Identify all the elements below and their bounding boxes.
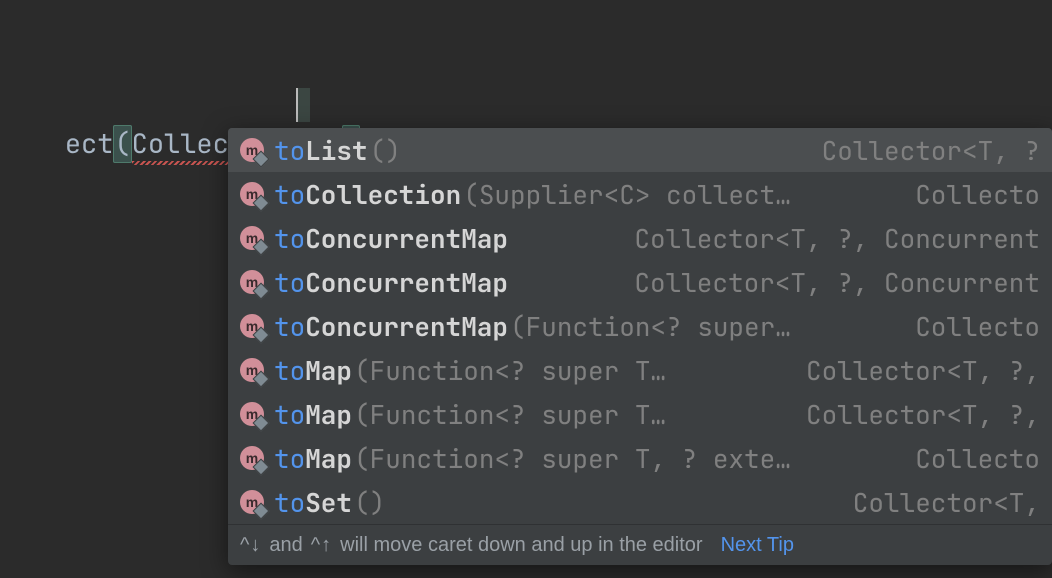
- method-icon: m: [240, 226, 264, 250]
- completion-item[interactable]: m toMap(Function<? super T… Collector<T,…: [228, 392, 1052, 436]
- completion-return-type: Collector<T,: [853, 485, 1040, 520]
- completion-item[interactable]: m toMap(Function<? super T… Collector<T,…: [228, 348, 1052, 392]
- completion-return-type: Collecto: [915, 309, 1040, 344]
- completion-return-type: Collector<T, ?: [822, 133, 1040, 168]
- method-icon: m: [240, 138, 264, 162]
- method-icon: m: [240, 358, 264, 382]
- completion-item[interactable]: m toSet() Collector<T,: [228, 480, 1052, 524]
- tip-text-body: will move caret down and up in the edito…: [340, 535, 702, 555]
- completion-tip-bar: ^↓ and ^↑ will move caret down and up in…: [228, 524, 1052, 565]
- code-text-truncated-method: ect: [65, 126, 114, 162]
- code-line[interactable]: ect(Collectors.to) ;: [0, 90, 393, 126]
- completion-return-type: Collector<T, ?,: [806, 353, 1040, 388]
- completion-label: toList(): [274, 133, 401, 168]
- tip-text-and: and: [269, 535, 302, 555]
- completion-item[interactable]: m toConcurrentMap(Function<? super… Coll…: [228, 304, 1052, 348]
- completion-return-type: Collecto: [915, 441, 1040, 476]
- completion-label: toConcurrentMap: [274, 265, 510, 300]
- text-caret: [296, 88, 298, 122]
- completion-return-type: Collector<T, ?,: [806, 397, 1040, 432]
- completion-popup: m toList() Collector<T, ? m toCollection…: [228, 128, 1052, 565]
- completion-item[interactable]: m toConcurrentMap Collector<T, ?, Concur…: [228, 216, 1052, 260]
- tip-key-up: ^↑: [311, 535, 332, 555]
- caret-selection-bg: [296, 88, 310, 122]
- completion-label: toMap(Function<? super T, ? exte…: [274, 441, 791, 476]
- completion-label: toMap(Function<? super T…: [274, 353, 666, 388]
- completion-item[interactable]: m toConcurrentMap Collector<T, ?, Concur…: [228, 260, 1052, 304]
- completion-label: toMap(Function<? super T…: [274, 397, 666, 432]
- method-icon: m: [240, 446, 264, 470]
- completion-label: toConcurrentMap(Function<? super…: [274, 309, 791, 344]
- editor-viewport: ect(Collectors.to) ; m toList() Collecto…: [0, 0, 1052, 578]
- method-icon: m: [240, 490, 264, 514]
- completion-item[interactable]: m toCollection(Supplier<C> collect… Coll…: [228, 172, 1052, 216]
- method-icon: m: [240, 182, 264, 206]
- completion-item[interactable]: m toMap(Function<? super T, ? exte… Coll…: [228, 436, 1052, 480]
- method-icon: m: [240, 402, 264, 426]
- tip-key-down: ^↓: [240, 535, 261, 555]
- completion-label: toSet(): [274, 485, 385, 520]
- completion-return-type: Collecto: [915, 177, 1040, 212]
- next-tip-link[interactable]: Next Tip: [721, 535, 794, 555]
- method-icon: m: [240, 270, 264, 294]
- completion-label: toCollection(Supplier<C> collect…: [274, 177, 791, 212]
- code-paren-open: (: [113, 125, 131, 163]
- completion-label: toConcurrentMap: [274, 221, 510, 256]
- completion-item[interactable]: m toList() Collector<T, ?: [228, 128, 1052, 172]
- completion-return-type: Collector<T, ?, Concurrent: [634, 221, 1040, 256]
- method-icon: m: [240, 314, 264, 338]
- completion-return-type: Collector<T, ?, Concurrent: [634, 265, 1040, 300]
